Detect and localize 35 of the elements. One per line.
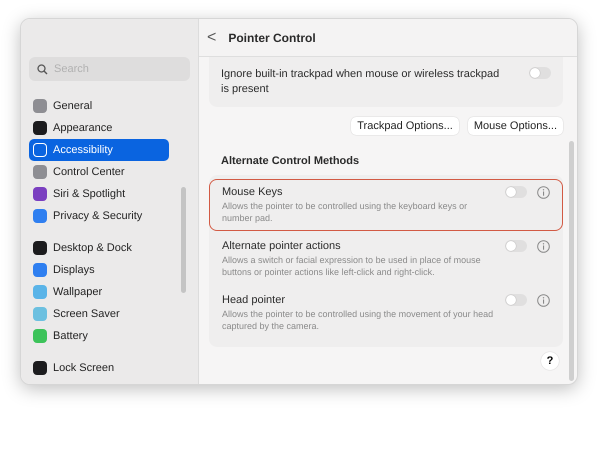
scrollbar[interactable] bbox=[569, 141, 574, 381]
setting-description: Allows the pointer to be controlled using the movement of your head captured by the camera. bbox=[222, 308, 494, 332]
back-button[interactable]: < bbox=[207, 28, 216, 46]
toggle-switch[interactable] bbox=[505, 186, 527, 198]
sidebar-item[interactable]: Battery bbox=[29, 325, 169, 347]
sidebar-item[interactable]: Appearance bbox=[29, 117, 169, 139]
sidebar-item[interactable]: Control Center bbox=[29, 161, 169, 183]
sidebar-item[interactable]: Accessibility bbox=[29, 139, 169, 161]
scrollbar[interactable] bbox=[181, 187, 186, 293]
info-icon[interactable] bbox=[537, 186, 550, 199]
sidebar-item[interactable]: Privacy & Security bbox=[29, 205, 169, 227]
page-title: Pointer Control bbox=[228, 30, 316, 44]
search-icon bbox=[37, 64, 48, 75]
options-button[interactable]: Trackpad Options... bbox=[351, 117, 459, 135]
setting-title: Head pointer bbox=[222, 294, 286, 306]
sidebar-item[interactable]: Screen Saver bbox=[29, 303, 169, 325]
setting-description: Allows a switch or facial expression to be used in place of mouse buttons or pointer actions like left-click and right-click. bbox=[222, 254, 482, 278]
sidebar-item[interactable]: Displays bbox=[29, 259, 169, 281]
sidebar-item[interactable]: General bbox=[29, 95, 169, 117]
sidebar-item[interactable]: Desktop & Dock bbox=[29, 237, 169, 259]
section-title: Alternate Control Methods bbox=[221, 155, 360, 167]
setting-description: Allows the pointer to be controlled using the keyboard keys or number pad. bbox=[222, 200, 468, 224]
setting-title: Mouse Keys bbox=[222, 186, 284, 198]
info-icon[interactable] bbox=[537, 240, 550, 253]
toggle-switch[interactable] bbox=[529, 67, 551, 79]
options-button[interactable]: Mouse Options... bbox=[468, 117, 563, 135]
setting-title: Alternate pointer actions bbox=[222, 240, 342, 252]
sidebar-item[interactable]: Lock Screen bbox=[29, 357, 169, 379]
help-button[interactable]: ? bbox=[541, 352, 559, 370]
toggle-switch[interactable] bbox=[505, 294, 527, 306]
setting-label: Ignore built-in trackpad when mouse or wireless trackpad is present bbox=[221, 67, 500, 97]
toggle-switch[interactable] bbox=[505, 240, 527, 252]
sidebar-item[interactable]: Wallpaper bbox=[29, 281, 169, 303]
info-icon[interactable] bbox=[537, 294, 550, 307]
sidebar-item[interactable]: Siri & Spotlight bbox=[29, 183, 169, 205]
